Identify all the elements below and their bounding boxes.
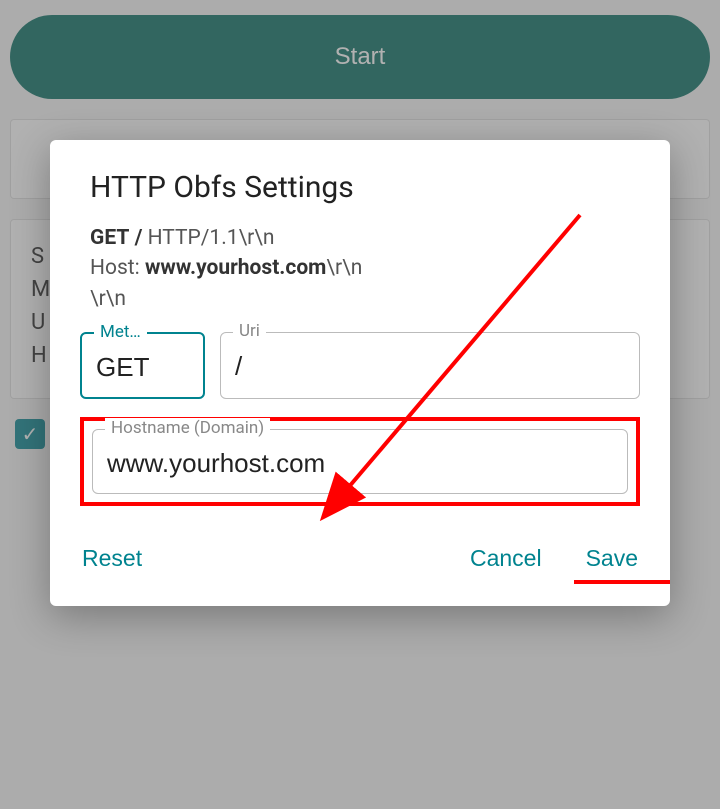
save-button[interactable]: Save bbox=[584, 541, 640, 576]
method-field[interactable]: Met… bbox=[80, 332, 205, 399]
save-underline-annotation bbox=[574, 580, 670, 584]
preview-method: GET bbox=[90, 226, 129, 250]
dialog-title: HTTP Obfs Settings bbox=[90, 170, 640, 205]
uri-label: Uri bbox=[233, 321, 266, 341]
http-obfs-dialog: HTTP Obfs Settings GET / HTTP/1.1\r\n Ho… bbox=[50, 140, 670, 606]
uri-field[interactable]: Uri bbox=[220, 332, 640, 399]
cancel-button[interactable]: Cancel bbox=[468, 541, 544, 576]
preview-host-label: Host: bbox=[90, 256, 140, 280]
hostname-input[interactable] bbox=[107, 448, 613, 479]
request-preview: GET / HTTP/1.1\r\n Host: www.yourhost.co… bbox=[90, 223, 640, 314]
preview-crlf-2: \r\n bbox=[326, 256, 362, 280]
preview-crlf-1: \r\n bbox=[239, 226, 275, 250]
action-right: Cancel Save bbox=[468, 541, 640, 576]
modal-overlay: HTTP Obfs Settings GET / HTTP/1.1\r\n Ho… bbox=[0, 0, 720, 809]
uri-input[interactable] bbox=[235, 351, 625, 382]
hostname-field[interactable]: Hostname (Domain) bbox=[92, 429, 628, 494]
reset-button[interactable]: Reset bbox=[80, 541, 144, 576]
preview-http-version: HTTP/1.1 bbox=[148, 226, 239, 250]
hostname-label: Hostname (Domain) bbox=[105, 418, 270, 438]
method-input[interactable] bbox=[96, 352, 189, 383]
preview-path: / bbox=[135, 226, 143, 250]
dialog-actions: Reset Cancel Save bbox=[80, 541, 640, 576]
preview-crlf-3: \r\n bbox=[90, 287, 126, 311]
method-label: Met… bbox=[94, 322, 147, 342]
preview-host-value: www.yourhost.com bbox=[145, 256, 326, 280]
hostname-highlight-box: Hostname (Domain) bbox=[80, 417, 640, 506]
save-wrap: Save bbox=[584, 541, 640, 576]
fields-row: Met… Uri bbox=[80, 332, 640, 399]
